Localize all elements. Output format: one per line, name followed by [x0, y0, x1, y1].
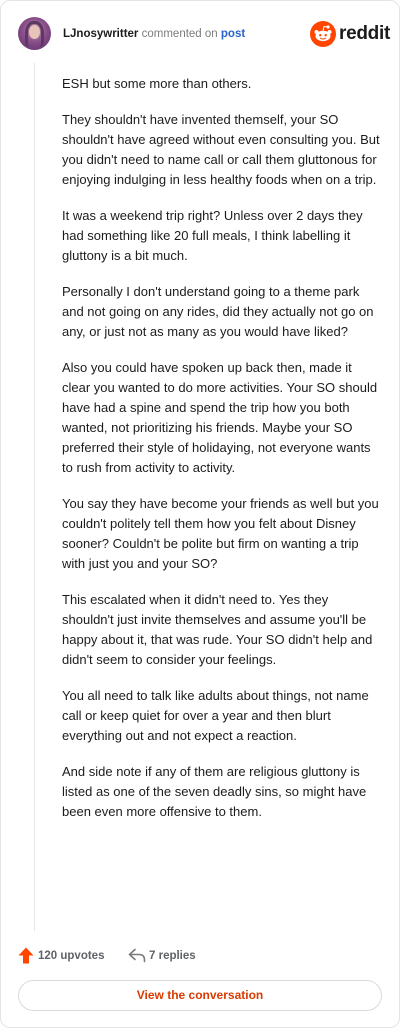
comment-paragraph: You all need to talk like adults about t… [62, 688, 369, 743]
comment-card: LJnosywritter commented on post reddit E… [0, 0, 400, 1028]
replies-button[interactable]: 7 replies [128, 947, 218, 965]
comment-paragraph: Personally I don't understand going to a… [62, 284, 374, 339]
brand-wordmark: reddit [339, 23, 390, 44]
reply-arrow-icon [128, 948, 146, 963]
comment-paragraph: You say they have become your friends as… [62, 496, 379, 571]
comment-header: LJnosywritter commented on post reddit [18, 17, 390, 51]
replies-count: 7 replies [149, 950, 196, 962]
upvote-button[interactable]: 120 upvotes [18, 947, 113, 965]
view-conversation-button[interactable]: View the conversation [18, 980, 382, 1011]
avatar-face [29, 25, 40, 39]
view-conversation-label: View the conversation [136, 988, 264, 1002]
post-link[interactable]: post [221, 28, 245, 40]
byline: LJnosywritter commented on post [63, 27, 245, 41]
comment-body: ESH but some more than others. They shou… [62, 74, 380, 838]
comment-footer: 120 upvotes 7 replies [18, 945, 384, 967]
reddit-brand[interactable]: reddit [310, 21, 390, 47]
upvote-arrow-icon [18, 947, 34, 964]
username-link[interactable]: LJnosywritter [63, 28, 138, 40]
comment-paragraph: ESH but some more than others. [62, 76, 252, 91]
thread-line [34, 63, 35, 931]
reddit-logo-icon [310, 21, 336, 47]
comment-paragraph: It was a weekend trip right? Unless over… [62, 208, 363, 263]
comment-paragraph: This escalated when it didn't need to. Y… [62, 592, 373, 667]
upvote-count: 120 upvotes [38, 950, 105, 962]
user-avatar[interactable] [18, 17, 51, 50]
comment-paragraph: They shouldn't have invented themself, y… [62, 112, 380, 187]
action-text: commented on [141, 28, 218, 40]
comment-paragraph: And side note if any of them are religio… [62, 764, 367, 819]
comment-paragraph: Also you could have spoken up back then,… [62, 360, 378, 475]
